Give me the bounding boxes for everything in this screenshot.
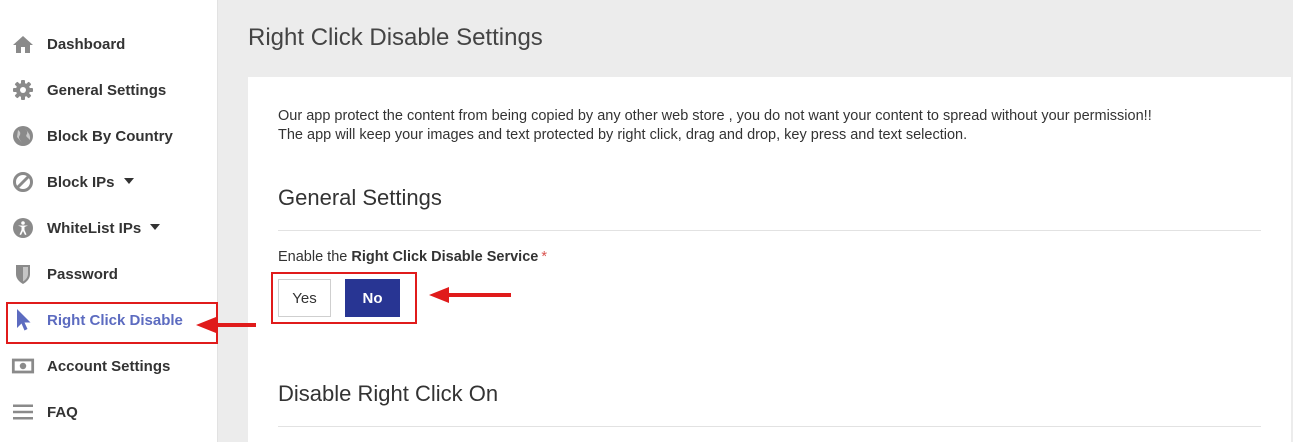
annotation-arrow-left-icon	[429, 287, 511, 303]
sidebar-item-label: Account Settings	[47, 357, 171, 375]
annotation-arrow-left-icon	[196, 317, 256, 333]
disable-right-click-on-heading: Disable Right Click On	[278, 381, 499, 406]
home-icon	[11, 32, 35, 56]
enable-toggle-group: Yes No	[278, 279, 400, 317]
caret-down-icon	[123, 177, 134, 184]
sidebar-item-general-settings[interactable]: General Settings	[0, 70, 218, 110]
sidebar-item-account-settings[interactable]: Account Settings	[0, 346, 218, 386]
divider	[278, 230, 1261, 231]
settings-card: Our app protect the content from being c…	[248, 77, 1291, 442]
sidebar-item-label: General Settings	[47, 81, 167, 99]
globe-icon	[11, 124, 35, 148]
sidebar-item-label: Block By Country	[47, 127, 173, 145]
ban-icon	[11, 170, 35, 194]
sidebar-item-label: Block IPs	[47, 173, 115, 191]
intro-line: The app will keep your images and text p…	[278, 127, 968, 143]
field-label-bold: Right Click Disable Service	[351, 249, 539, 265]
sidebar: Dashboard General Settings Block By Coun…	[0, 0, 218, 442]
sidebar-item-label: FAQ	[47, 403, 78, 421]
yes-button[interactable]: Yes	[278, 279, 331, 317]
sidebar-item-label: Password	[47, 265, 118, 283]
field-label: Enable the Right Click Disable Service *	[278, 249, 547, 265]
required-mark: *	[541, 249, 547, 265]
general-settings-heading: General Settings	[278, 185, 442, 210]
divider	[278, 426, 1261, 427]
sidebar-item-right-click-disable[interactable]: Right Click Disable	[0, 300, 218, 340]
sidebar-item-label: Right Click Disable	[47, 311, 183, 329]
intro-line: Our app protect the content from being c…	[278, 108, 1152, 124]
sidebar-item-block-ips[interactable]: Block IPs	[0, 162, 218, 202]
sidebar-item-label: Dashboard	[47, 35, 126, 53]
cursor-icon	[11, 308, 35, 332]
sidebar-item-faq[interactable]: FAQ	[0, 392, 218, 432]
field-label-prefix: Enable the	[278, 249, 348, 265]
sidebar-item-label-wrap: Block IPs	[47, 174, 134, 191]
sidebar-item-dashboard[interactable]: Dashboard	[0, 24, 218, 64]
sidebar-item-label: WhiteList IPs	[47, 219, 142, 237]
accessibility-icon	[11, 216, 35, 240]
sidebar-item-label-wrap: WhiteList IPs	[47, 219, 161, 237]
menu-icon	[11, 400, 35, 424]
page-title: Right Click Disable Settings	[248, 24, 543, 51]
gear-icon	[11, 78, 35, 102]
shield-icon	[11, 262, 35, 286]
sidebar-item-whitelist-ips[interactable]: WhiteList IPs	[0, 208, 218, 248]
sidebar-item-password[interactable]: Password	[0, 254, 218, 294]
no-button[interactable]: No	[345, 279, 400, 317]
intro-text: Our app protect the content from being c…	[278, 107, 1268, 145]
money-bill-icon	[11, 354, 35, 378]
caret-down-icon	[150, 223, 161, 230]
sidebar-item-block-by-country[interactable]: Block By Country	[0, 116, 218, 156]
